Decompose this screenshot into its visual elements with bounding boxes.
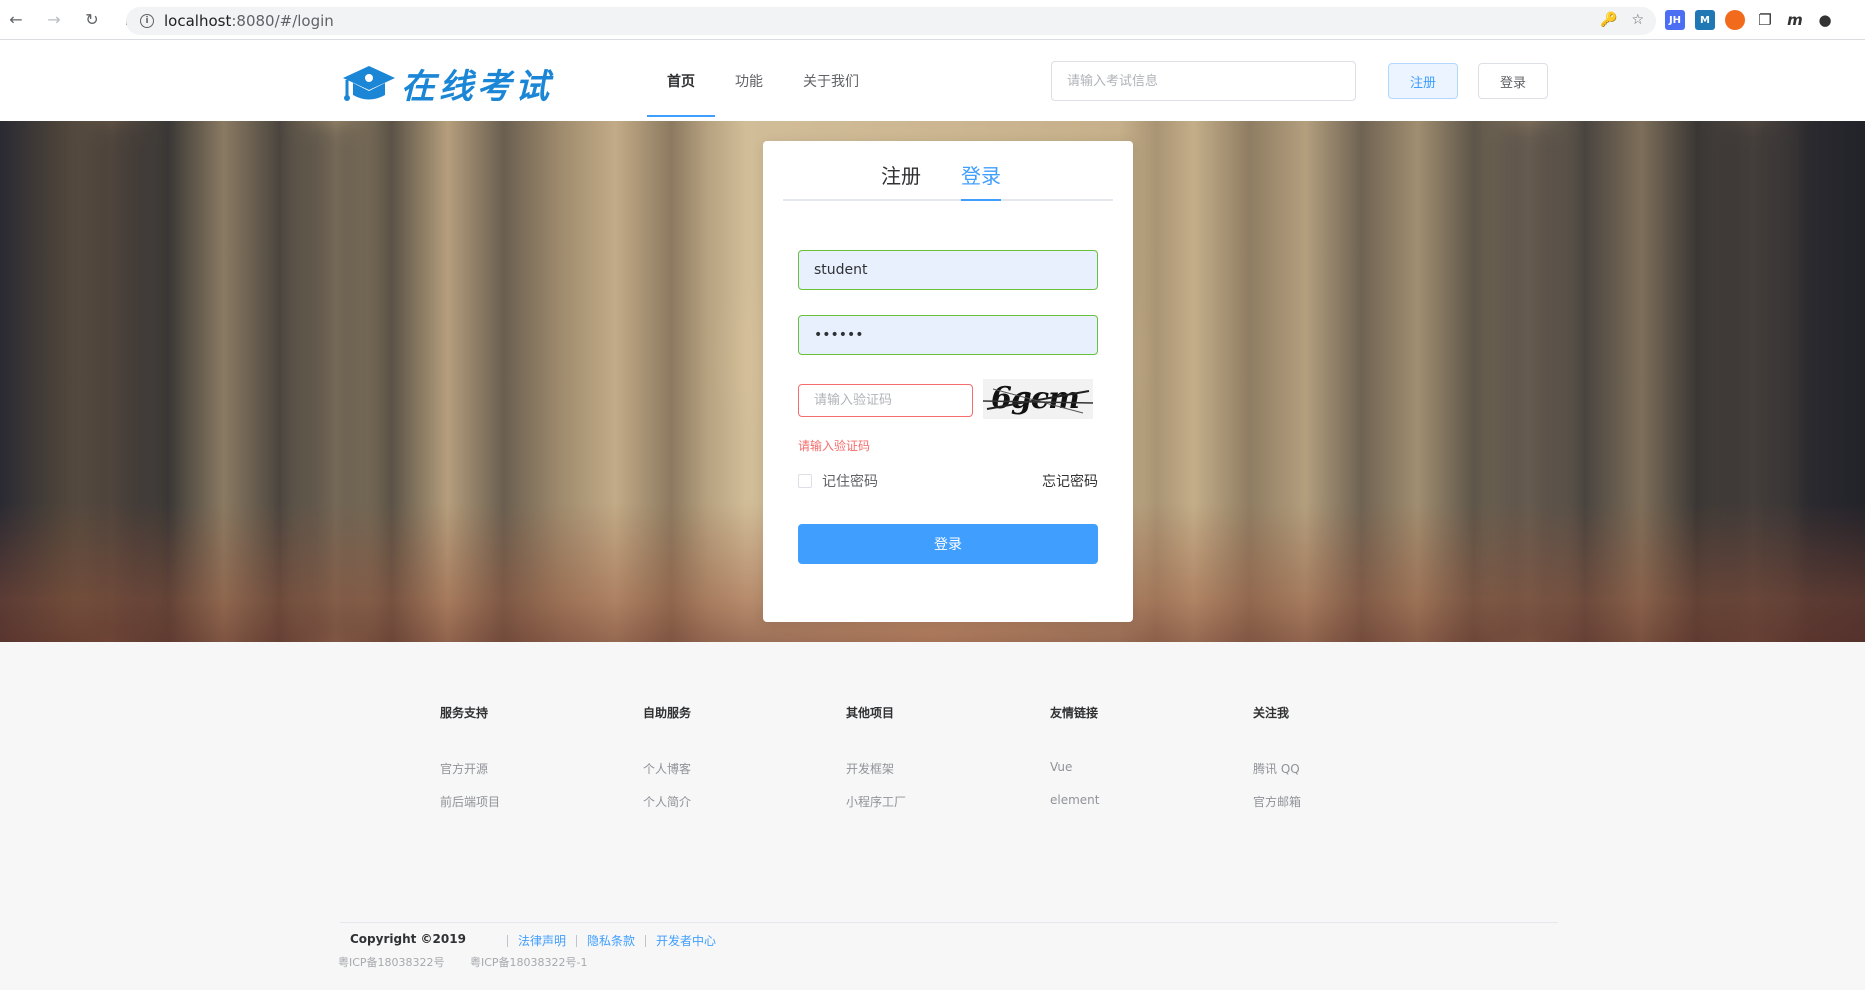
site-footer: 服务支持 官方开源 前后端项目 自助服务 个人博客 个人简介 其他项目 开发框架… (0, 642, 1865, 990)
m-extension-icon[interactable]: M (1695, 10, 1715, 30)
footer-column-title: 自助服务 (643, 706, 692, 720)
hero-blur-shape (1720, 121, 1780, 642)
footer-link[interactable]: 腾讯 QQ (1253, 760, 1300, 777)
header-register-button[interactable]: 注册 (1388, 63, 1458, 99)
nav-item-home[interactable]: 首页 (647, 41, 715, 121)
forgot-password-link[interactable]: 忘记密码 (1042, 471, 1098, 491)
link-separator (645, 934, 647, 947)
orange-extension-icon[interactable] (1725, 10, 1745, 30)
info-icon[interactable]: i (140, 14, 154, 28)
legal-notice-link[interactable]: 法律声明 (518, 932, 566, 949)
footer-link[interactable]: 个人博客 (643, 760, 691, 777)
header-login-button[interactable]: 登录 (1478, 63, 1548, 99)
footer-column-title: 其他项目 (846, 706, 895, 720)
footer-column-title: 服务支持 (440, 706, 489, 720)
exam-search-input[interactable] (1051, 61, 1356, 101)
jh-extension-icon[interactable]: JH (1665, 10, 1685, 30)
back-icon[interactable]: ← (6, 10, 26, 30)
login-card: 注册 登录 6gcm 请输入验证码 记住密码 忘记密码 登录 (763, 141, 1133, 622)
copyright-text: Copyright ©2019 (350, 932, 466, 946)
footer-link[interactable]: 开发框架 (846, 760, 894, 777)
hero-blur-shape (300, 121, 360, 642)
site-header: 在线考试 首页 功能 关于我们 注册 登录 (0, 41, 1865, 121)
footer-column: 服务支持 官方开源 前后端项目 (440, 704, 500, 809)
main-nav: 首页 功能 关于我们 (647, 41, 879, 121)
captcha-image[interactable]: 6gcm (983, 379, 1093, 419)
footer-link[interactable]: 前后端项目 (440, 793, 500, 810)
icp-record[interactable]: 粤ICP备18038322号-1 (470, 954, 588, 970)
footer-link[interactable]: 个人简介 (643, 793, 691, 810)
m-script-icon[interactable]: m (1785, 10, 1805, 30)
bookmark-icon[interactable]: ❐ (1755, 10, 1775, 30)
captcha-noise-lines (983, 388, 1093, 414)
footer-column-title: 关注我 (1253, 706, 1290, 720)
footer-link[interactable]: 小程序工厂 (846, 793, 906, 810)
privacy-terms-link[interactable]: 隐私条款 (587, 932, 635, 949)
link-separator (576, 934, 578, 947)
remember-label: 记住密码 (822, 474, 878, 490)
graduation-cap-icon (343, 65, 395, 101)
site-logo[interactable]: 在线考试 (341, 59, 553, 108)
url-host: localhost (164, 12, 232, 30)
footer-divider (340, 922, 1558, 923)
icp-record[interactable]: 粤ICP备18038322号 (338, 954, 445, 970)
hero-blur-shape (90, 121, 150, 642)
profile-avatar-icon[interactable]: ● (1815, 10, 1835, 30)
captcha-input[interactable] (798, 384, 973, 417)
browser-toolbar: ← → ↻ ⌂ i localhost:8080/#/login 🔑 ☆ JH … (0, 0, 1865, 40)
logo-text: 在线考试 (401, 67, 553, 107)
forward-icon[interactable]: → (44, 10, 64, 30)
footer-link[interactable]: 官方开源 (440, 760, 488, 777)
star-icon[interactable]: ☆ (1631, 12, 1644, 28)
url-path: :8080/#/login (231, 12, 334, 30)
footer-column-title: 友情链接 (1050, 706, 1099, 720)
footer-column: 友情链接 Vue element (1050, 704, 1099, 807)
remember-checkbox[interactable] (798, 474, 812, 488)
hero-blur-shape (1500, 121, 1560, 642)
captcha-error-message: 请输入验证码 (798, 439, 871, 453)
link-separator (507, 934, 508, 947)
auth-tabs: 注册 登录 (783, 159, 1113, 201)
nav-item-about[interactable]: 关于我们 (783, 41, 879, 121)
footer-link[interactable]: element (1050, 793, 1099, 807)
tab-register[interactable]: 注册 (881, 159, 921, 199)
footer-link[interactable]: 官方邮箱 (1253, 793, 1301, 810)
tab-login[interactable]: 登录 (961, 159, 1001, 201)
remember-password[interactable]: 记住密码 (798, 471, 878, 491)
footer-column: 其他项目 开发框架 小程序工厂 (846, 704, 906, 809)
nav-item-features[interactable]: 功能 (715, 41, 783, 121)
footer-link[interactable]: Vue (1050, 760, 1072, 774)
login-submit-button[interactable]: 登录 (798, 524, 1098, 564)
url-text[interactable]: localhost:8080/#/login (164, 12, 334, 30)
reload-icon[interactable]: ↻ (82, 10, 102, 30)
developer-center-link[interactable]: 开发者中心 (656, 932, 716, 949)
legal-links: 法律声明 隐私条款 开发者中心 (497, 932, 716, 949)
footer-column: 自助服务 个人博客 个人简介 (643, 704, 692, 809)
footer-column: 关注我 腾讯 QQ 官方邮箱 (1253, 704, 1301, 809)
username-input[interactable] (798, 250, 1098, 290)
address-bar[interactable]: i localhost:8080/#/login 🔑 ☆ (126, 7, 1656, 35)
password-input[interactable] (798, 315, 1098, 355)
key-icon[interactable]: 🔑 (1600, 12, 1617, 28)
